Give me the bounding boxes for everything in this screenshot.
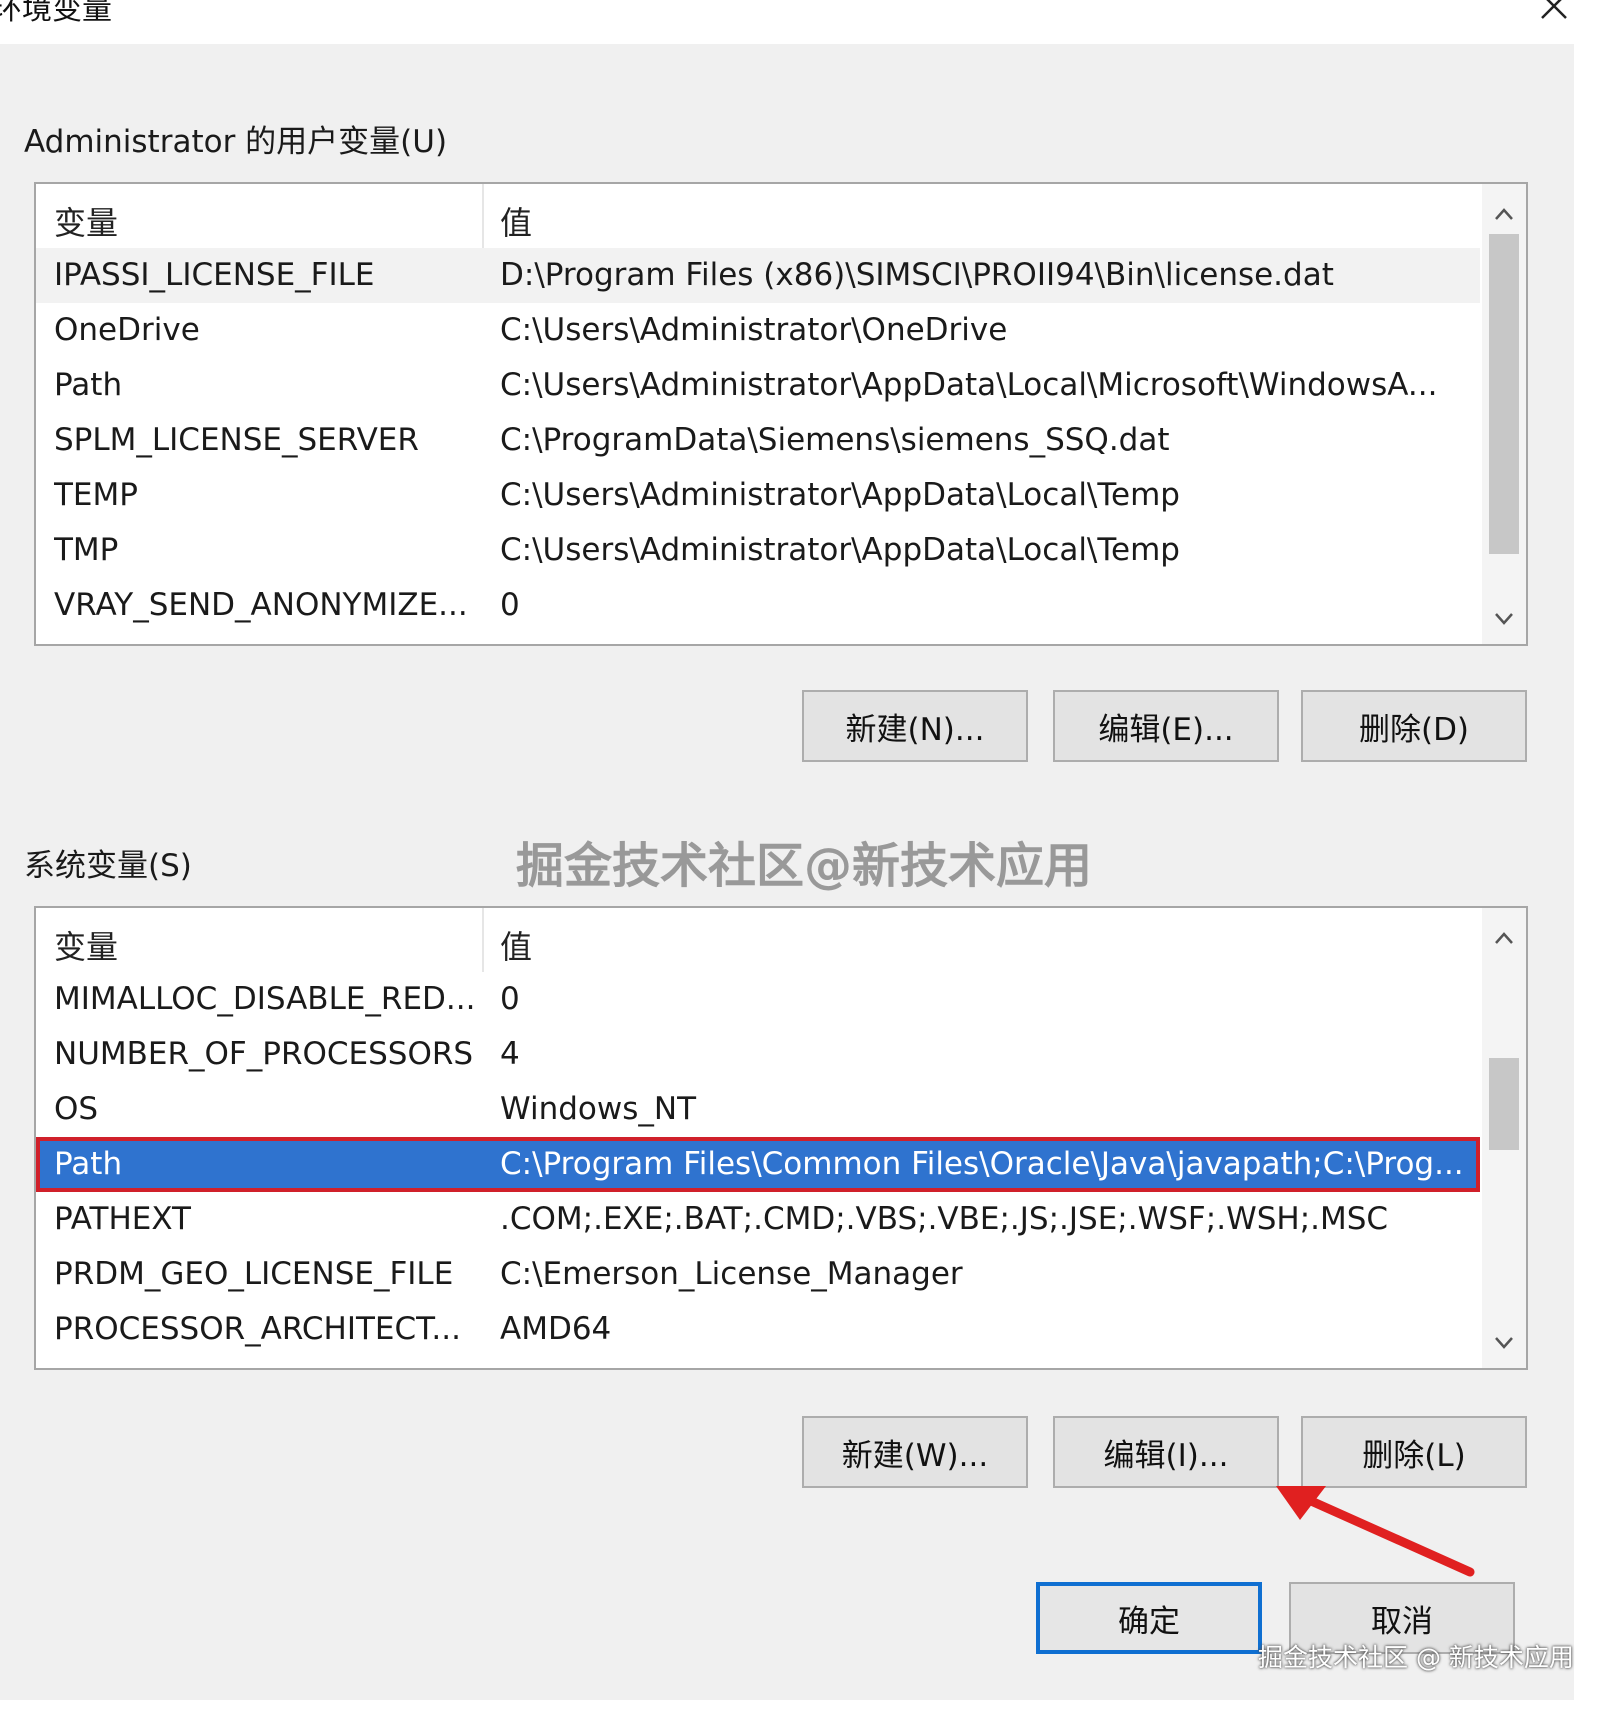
table-row[interactable]: SPLM_LICENSE_SERVER C:\ProgramData\Sieme…: [36, 413, 1480, 468]
variable-value: Windows_NT: [500, 1091, 697, 1127]
variable-name: OneDrive: [54, 312, 200, 348]
variable-name: IPASSI_LICENSE_FILE: [54, 257, 375, 293]
watermark-text: 掘金技术社区@新技术应用: [516, 838, 1093, 894]
chevron-down-icon: [1495, 613, 1513, 625]
chevron-up-icon: [1495, 932, 1513, 944]
variable-value: C:\Program Files\Common Files\Oracle\Jav…: [500, 1146, 1464, 1182]
system-variables-list[interactable]: 变量 值 MIMALLOC_DISABLE_RED... 0 NUMBER_OF…: [34, 906, 1528, 1370]
variable-value: 4: [500, 1036, 520, 1072]
table-row[interactable]: PRDM_GEO_LICENSE_FILE C:\Emerson_License…: [36, 1247, 1480, 1302]
scroll-down-button[interactable]: [1482, 596, 1526, 640]
environment-variables-dialog: 环境变量 Administrator 的用户变量(U) 变量 值 IPASSI_…: [0, 0, 1574, 1700]
variable-value: C:\ProgramData\Siemens\siemens_SSQ.dat: [500, 422, 1170, 458]
table-row[interactable]: MIMALLOC_DISABLE_RED... 0: [36, 972, 1480, 1027]
annotation-arrow-icon: [1276, 1486, 1475, 1577]
table-row[interactable]: OneDrive C:\Users\Administrator\OneDrive: [36, 303, 1480, 358]
variable-value: C:\Emerson_License_Manager: [500, 1256, 963, 1292]
table-row[interactable]: IPASSI_LICENSE_FILE D:\Program Files (x8…: [36, 248, 1480, 303]
variable-value: 0: [500, 981, 520, 1017]
variable-value: C:\Users\Administrator\AppData\Local\Tem…: [500, 532, 1180, 568]
user-variables-label: Administrator 的用户变量(U): [24, 124, 448, 160]
variable-name: PROCESSOR_ARCHITECT...: [54, 1311, 461, 1347]
variable-value: C:\Users\Administrator\OneDrive: [500, 312, 1008, 348]
system-delete-button[interactable]: 删除(L): [1301, 1416, 1527, 1488]
column-header-variable[interactable]: 变量: [54, 922, 118, 968]
list-header: 变量 值: [36, 184, 1480, 248]
user-variables-rows: IPASSI_LICENSE_FILE D:\Program Files (x8…: [36, 248, 1480, 633]
variable-value: .COM;.EXE;.BAT;.CMD;.VBS;.VBE;.JS;.JSE;.…: [500, 1201, 1389, 1237]
scroll-up-button[interactable]: [1482, 916, 1526, 960]
variable-name: MIMALLOC_DISABLE_RED...: [54, 981, 474, 1017]
table-row[interactable]: VRAY_SEND_ANONYMIZE... 0: [36, 578, 1480, 633]
title-bar: 环境变量: [0, 0, 1574, 44]
table-row[interactable]: Path C:\Users\Administrator\AppData\Loca…: [36, 358, 1480, 413]
system-variables-label: 系统变量(S): [24, 848, 192, 884]
table-row[interactable]: NUMBER_OF_PROCESSORS 4: [36, 1027, 1480, 1082]
list-header: 变量 值: [36, 908, 1480, 972]
window-title: 环境变量: [0, 0, 112, 27]
variable-name: NUMBER_OF_PROCESSORS: [54, 1036, 474, 1072]
column-header-value[interactable]: 值: [500, 198, 532, 244]
scroll-up-button[interactable]: [1482, 192, 1526, 236]
table-row[interactable]: OS Windows_NT: [36, 1082, 1480, 1137]
variable-name: Path: [54, 367, 123, 403]
table-row[interactable]: TEMP C:\Users\Administrator\AppData\Loca…: [36, 468, 1480, 523]
system-edit-button[interactable]: 编辑(I)...: [1053, 1416, 1279, 1488]
vertical-scrollbar[interactable]: [1482, 184, 1526, 644]
variable-value: 0: [500, 587, 520, 623]
scrollbar-thumb[interactable]: [1489, 234, 1519, 554]
scrollbar-thumb[interactable]: [1489, 1058, 1519, 1150]
user-delete-button[interactable]: 删除(D): [1301, 690, 1527, 762]
user-variables-list[interactable]: 变量 值 IPASSI_LICENSE_FILE D:\Program File…: [34, 182, 1528, 646]
variable-name: PATHEXT: [54, 1201, 191, 1237]
variable-name: SPLM_LICENSE_SERVER: [54, 422, 419, 458]
variable-name: Path: [54, 1146, 123, 1182]
variable-name: OS: [54, 1091, 99, 1127]
variable-value: AMD64: [500, 1311, 612, 1347]
variable-value: C:\Users\Administrator\AppData\Local\Tem…: [500, 477, 1180, 513]
user-new-button[interactable]: 新建(N)...: [802, 690, 1028, 762]
variable-name: VRAY_SEND_ANONYMIZE...: [54, 587, 468, 623]
chevron-up-icon: [1495, 208, 1513, 220]
corner-watermark: 掘金技术社区 @ 新技术应用: [1258, 1643, 1574, 1672]
ok-button[interactable]: 确定: [1036, 1582, 1262, 1654]
table-row[interactable]: PROCESSOR_ARCHITECT... AMD64: [36, 1302, 1480, 1357]
variable-value: D:\Program Files (x86)\SIMSCI\PROII94\Bi…: [500, 257, 1334, 293]
system-new-button[interactable]: 新建(W)...: [802, 1416, 1028, 1488]
system-variables-rows: MIMALLOC_DISABLE_RED... 0 NUMBER_OF_PROC…: [36, 972, 1480, 1357]
table-row[interactable]: PATHEXT .COM;.EXE;.BAT;.CMD;.VBS;.VBE;.J…: [36, 1192, 1480, 1247]
variable-name: TMP: [54, 532, 119, 568]
scroll-down-button[interactable]: [1482, 1320, 1526, 1364]
user-edit-button[interactable]: 编辑(E)...: [1053, 690, 1279, 762]
close-icon[interactable]: [1536, 0, 1570, 24]
variable-name: TEMP: [54, 477, 138, 513]
column-header-value[interactable]: 值: [500, 922, 532, 968]
column-separator[interactable]: [482, 908, 484, 972]
table-row-selected[interactable]: Path C:\Program Files\Common Files\Oracl…: [36, 1137, 1480, 1192]
column-header-variable[interactable]: 变量: [54, 198, 118, 244]
column-separator[interactable]: [482, 184, 484, 248]
vertical-scrollbar[interactable]: [1482, 908, 1526, 1368]
variable-value: C:\Users\Administrator\AppData\Local\Mic…: [500, 367, 1438, 403]
table-row[interactable]: TMP C:\Users\Administrator\AppData\Local…: [36, 523, 1480, 578]
variable-name: PRDM_GEO_LICENSE_FILE: [54, 1256, 454, 1292]
chevron-down-icon: [1495, 1337, 1513, 1349]
